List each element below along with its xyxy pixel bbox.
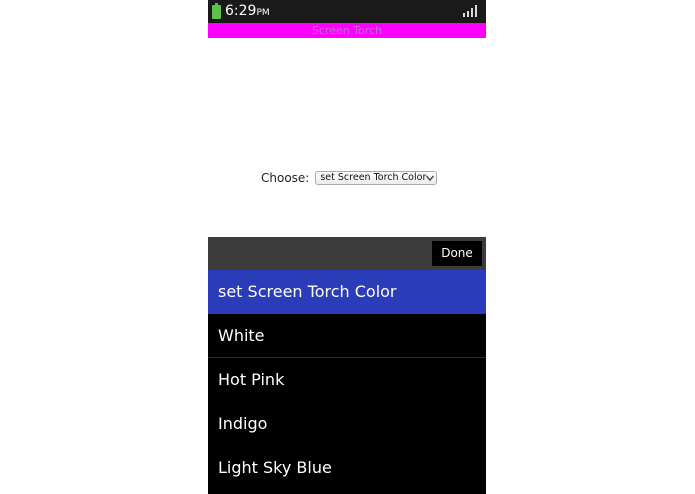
app-title-bar: Screen Torch xyxy=(208,23,486,38)
chevron-down-icon xyxy=(426,175,435,182)
status-bar: 6:29PM xyxy=(208,0,486,23)
status-time-value: 6:29 xyxy=(225,3,257,19)
battery-icon xyxy=(212,3,221,19)
choose-label: Choose: xyxy=(261,171,310,185)
signal-strength-icon xyxy=(463,5,477,17)
color-chooser: Choose: set Screen Torch Color xyxy=(261,170,438,186)
option-white[interactable]: White xyxy=(208,314,486,358)
option-set-screen-torch-color[interactable]: set Screen Torch Color xyxy=(208,270,486,314)
option-picker: Done set Screen Torch Color White Hot Pi… xyxy=(208,237,486,494)
done-button[interactable]: Done xyxy=(432,241,482,266)
color-select-value: set Screen Torch Color xyxy=(320,172,427,183)
option-light-sky-blue[interactable]: Light Sky Blue xyxy=(208,446,486,490)
status-time-ampm: PM xyxy=(256,8,270,18)
app-title: Screen Torch xyxy=(311,24,383,37)
picker-toolbar: Done xyxy=(208,237,486,270)
option-indigo[interactable]: Indigo xyxy=(208,402,486,446)
color-select[interactable]: set Screen Torch Color xyxy=(315,171,438,185)
option-hot-pink[interactable]: Hot Pink xyxy=(208,358,486,402)
status-time: 6:29PM xyxy=(225,3,270,22)
phone-screen: 6:29PM Screen Torch Choose: set Screen T… xyxy=(208,0,486,494)
